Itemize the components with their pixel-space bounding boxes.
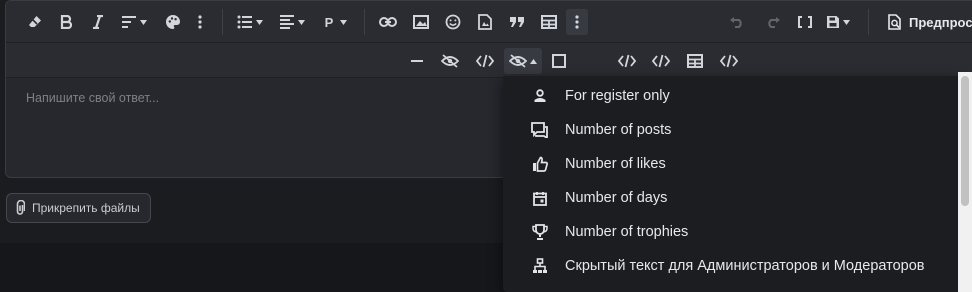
- color-palette-button[interactable]: [162, 9, 184, 35]
- page-scrollbar[interactable]: [958, 72, 972, 292]
- align-left-icon: [280, 15, 294, 29]
- bold-icon: [60, 15, 72, 29]
- inline-code-button[interactable]: [616, 48, 638, 74]
- chevron-down-icon: [340, 19, 348, 25]
- redo-icon: [768, 17, 780, 28]
- image-icon: [413, 15, 429, 29]
- link-button[interactable]: [376, 9, 400, 35]
- html-button[interactable]: [650, 48, 672, 74]
- brackets-icon: [798, 16, 812, 28]
- align-button[interactable]: [274, 9, 310, 35]
- redo-button[interactable]: [762, 9, 784, 35]
- paragraph-button[interactable]: P: [320, 9, 352, 35]
- scrollbar-thumb[interactable]: [961, 76, 969, 206]
- document-search-icon: [888, 14, 901, 30]
- save-icon: [827, 16, 839, 28]
- chevron-up-icon: [530, 58, 537, 64]
- hide-options-button[interactable]: [504, 48, 542, 74]
- drafts-button[interactable]: [820, 9, 856, 35]
- menu-item-staff-hidden-text[interactable]: Скрытый текст для Администраторов и Моде…: [503, 249, 958, 283]
- eraser-button[interactable]: [24, 9, 46, 35]
- editor-toolbar-main: P Предпрос: [6, 1, 972, 43]
- list-button[interactable]: [234, 9, 266, 35]
- palette-icon: [166, 15, 180, 29]
- square-icon: [552, 54, 566, 68]
- attach-files-button[interactable]: Прикрепить файлы: [6, 193, 151, 223]
- quote-button[interactable]: [506, 9, 528, 35]
- more-vertical-icon: [575, 15, 579, 29]
- attach-files-label: Прикрепить файлы: [32, 201, 140, 215]
- undo-button[interactable]: [726, 9, 748, 35]
- toggle-bbcode-button[interactable]: [794, 9, 816, 35]
- more-text-button[interactable]: [194, 9, 206, 35]
- preview-button[interactable]: Предпрос: [888, 9, 972, 35]
- paragraph-icon: P: [324, 14, 334, 30]
- table-button[interactable]: [538, 9, 560, 35]
- italic-icon: [93, 15, 103, 29]
- italic-button[interactable]: [88, 9, 108, 35]
- toolbar-divider: [868, 9, 869, 35]
- menu-item-label: Number of posts: [565, 122, 672, 138]
- quote-icon: [510, 17, 524, 27]
- menu-item-for-register-only[interactable]: For register only: [503, 79, 958, 113]
- thumbs-up-icon: [530, 154, 550, 174]
- menu-item-label: For register only: [565, 88, 670, 104]
- bold-button[interactable]: [56, 9, 76, 35]
- menu-item-number-of-likes[interactable]: Number of likes: [503, 147, 958, 181]
- embed-button[interactable]: [718, 48, 740, 74]
- spoiler-button[interactable]: [548, 48, 570, 74]
- media-button[interactable]: [474, 9, 496, 35]
- table-icon: [687, 54, 703, 68]
- toolbar-divider: [222, 9, 223, 35]
- eraser-icon: [29, 16, 41, 27]
- code-icon: [652, 54, 670, 68]
- menu-item-label: Number of trophies: [565, 224, 689, 240]
- chevron-down-icon: [256, 19, 263, 25]
- hide-options-menu: For register only Number of posts Number…: [503, 76, 958, 292]
- smile-icon: [445, 14, 461, 30]
- emoji-button[interactable]: [442, 9, 464, 35]
- eye-off-icon: [441, 54, 459, 68]
- calendar-icon: [530, 188, 550, 208]
- editor-toolbar-extra: [6, 43, 972, 78]
- toolbar-divider: [364, 9, 365, 35]
- table-insert-button[interactable]: [684, 48, 706, 74]
- hide-button[interactable]: [438, 48, 462, 74]
- user-icon: [530, 86, 550, 106]
- text-style-icon: [122, 16, 136, 28]
- chevron-down-icon: [843, 19, 850, 25]
- code-button[interactable]: [474, 48, 496, 74]
- text-style-button[interactable]: [118, 9, 150, 35]
- undo-icon: [730, 17, 742, 28]
- trophy-icon: [530, 222, 550, 242]
- chevron-down-icon: [298, 19, 305, 25]
- eye-off-icon: [509, 54, 527, 68]
- horizontal-rule-button[interactable]: [406, 48, 428, 74]
- minus-icon: [411, 60, 423, 62]
- chevron-down-icon: [140, 19, 147, 25]
- more-vertical-icon: [198, 15, 202, 29]
- menu-item-number-of-trophies[interactable]: Number of trophies: [503, 215, 958, 249]
- table-icon: [541, 15, 557, 29]
- menu-item-number-of-days[interactable]: Number of days: [503, 181, 958, 215]
- list-icon: [237, 15, 252, 29]
- code-icon: [618, 54, 636, 68]
- code-icon: [720, 54, 738, 68]
- menu-item-label: Number of likes: [565, 156, 666, 172]
- media-file-icon: [478, 14, 492, 30]
- paperclip-icon: [16, 200, 25, 215]
- sitemap-icon: [530, 256, 550, 276]
- menu-item-label: Number of days: [565, 190, 668, 206]
- image-button[interactable]: [410, 9, 432, 35]
- more-insert-button[interactable]: [566, 9, 588, 35]
- code-icon: [476, 54, 494, 68]
- message-input[interactable]: Напишите свой ответ...: [26, 91, 159, 105]
- menu-item-number-of-posts[interactable]: Number of posts: [503, 113, 958, 147]
- link-icon: [379, 17, 397, 27]
- comments-icon: [530, 120, 550, 140]
- menu-item-label: Скрытый текст для Администраторов и Моде…: [565, 258, 925, 274]
- preview-label: Предпрос: [909, 14, 972, 30]
